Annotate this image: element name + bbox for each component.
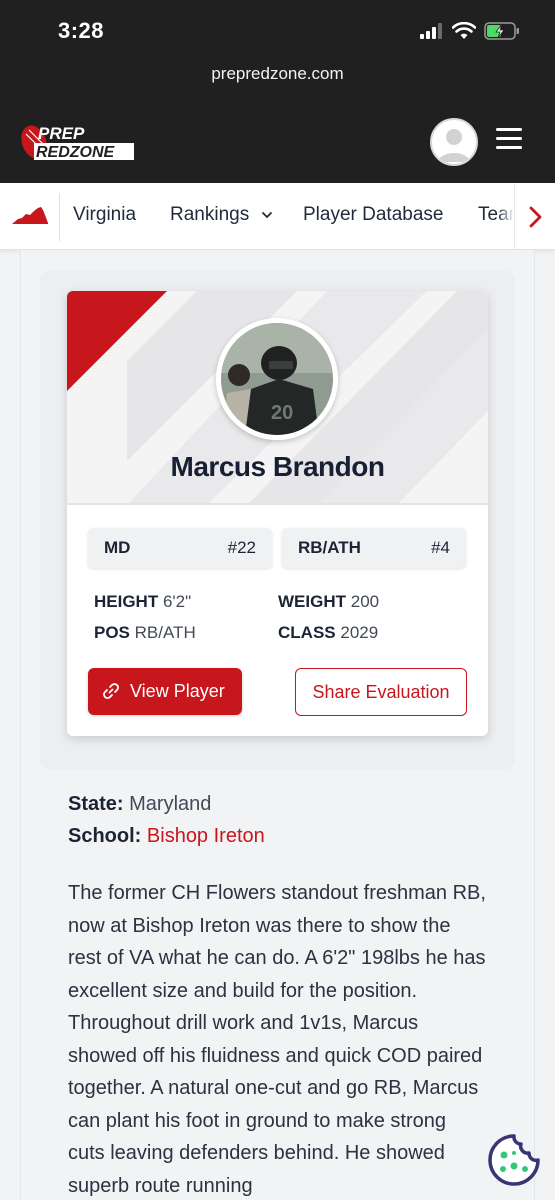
player-name: Marcus Brandon — [170, 451, 385, 482]
evaluation-text: The former CH Flowers standout freshman … — [68, 882, 486, 1197]
school-label: School: — [68, 825, 142, 847]
stat-class-label: CLASS — [278, 623, 336, 642]
user-silhouette-icon — [438, 129, 470, 162]
nav-divider — [59, 193, 60, 241]
view-player-label: View Player — [130, 681, 225, 701]
state-rank-badge: MD #22 — [88, 528, 272, 568]
chevron-down-icon — [261, 212, 272, 219]
stat-weight-value: 200 — [350, 592, 380, 611]
nav-item-rankings-label: Rankings — [170, 204, 250, 225]
player-card-banner: 20 Marcus Brandon — [67, 291, 488, 505]
school-line: School: Bishop Ireton — [68, 825, 265, 848]
status-time: 3:28 — [58, 18, 105, 43]
url-text: prepredzone.com — [211, 64, 344, 83]
logo-text-prep: PREP — [38, 124, 85, 143]
position-rank-value: #4 — [431, 538, 450, 557]
state-rank-value: #22 — [227, 538, 256, 557]
player-card: 20 Marcus Brandon MD #22 RB/ATH #4 HEIGH… — [67, 291, 488, 736]
nav-fade — [498, 184, 514, 249]
stat-height-value: 6'2" — [162, 592, 192, 611]
stat-weight: WEIGHT 200 — [278, 592, 379, 612]
state-rank-label: MD — [104, 538, 131, 557]
hamburger-menu-icon[interactable] — [496, 128, 522, 152]
battery-charging-icon — [484, 22, 519, 40]
nav-scroll-right-button[interactable] — [514, 184, 555, 249]
stat-pos-label: POS — [94, 623, 130, 642]
prep-redzone-logo[interactable]: PREP REDZONE — [20, 122, 136, 162]
nav-item-rankings[interactable]: Rankings — [170, 204, 273, 226]
virginia-state-icon[interactable] — [12, 206, 48, 226]
link-icon — [103, 683, 119, 699]
share-evaluation-button[interactable]: Share Evaluation — [295, 668, 467, 716]
stat-pos: POS RB/ATH — [94, 623, 196, 643]
position-rank-badge: RB/ATH #4 — [282, 528, 466, 568]
state-label: State: — [68, 793, 124, 815]
logo-text-redzone: REDZONE — [36, 144, 116, 161]
state-value: Maryland — [129, 793, 212, 815]
cellular-signal-icon — [420, 23, 442, 39]
view-player-button[interactable]: View Player — [88, 668, 242, 715]
chevron-right-icon — [529, 206, 542, 228]
nav-item-player-database[interactable]: Player Database — [303, 204, 443, 226]
status-bar: 3:28 — [0, 0, 555, 56]
svg-text:20: 20 — [271, 402, 293, 424]
stat-height-label: HEIGHT — [94, 592, 159, 611]
school-link[interactable]: Bishop Ireton — [147, 825, 265, 847]
position-rank-label: RB/ATH — [298, 538, 361, 557]
stat-height: HEIGHT 6'2" — [94, 592, 191, 612]
stat-class: CLASS 2029 — [278, 623, 378, 643]
nav-item-virginia[interactable]: Virginia — [73, 204, 136, 226]
user-avatar[interactable] — [430, 118, 478, 166]
browser-url-bar[interactable]: prepredzone.com — [0, 56, 555, 100]
stat-class-value: 2029 — [340, 623, 379, 642]
cookie-settings-icon[interactable] — [487, 1133, 541, 1187]
player-photo: 20 — [216, 318, 338, 440]
stat-weight-label: WEIGHT — [278, 592, 346, 611]
stat-pos-value: RB/ATH — [134, 623, 196, 642]
state-line: State: Maryland — [68, 793, 211, 816]
wifi-icon — [452, 22, 476, 39]
